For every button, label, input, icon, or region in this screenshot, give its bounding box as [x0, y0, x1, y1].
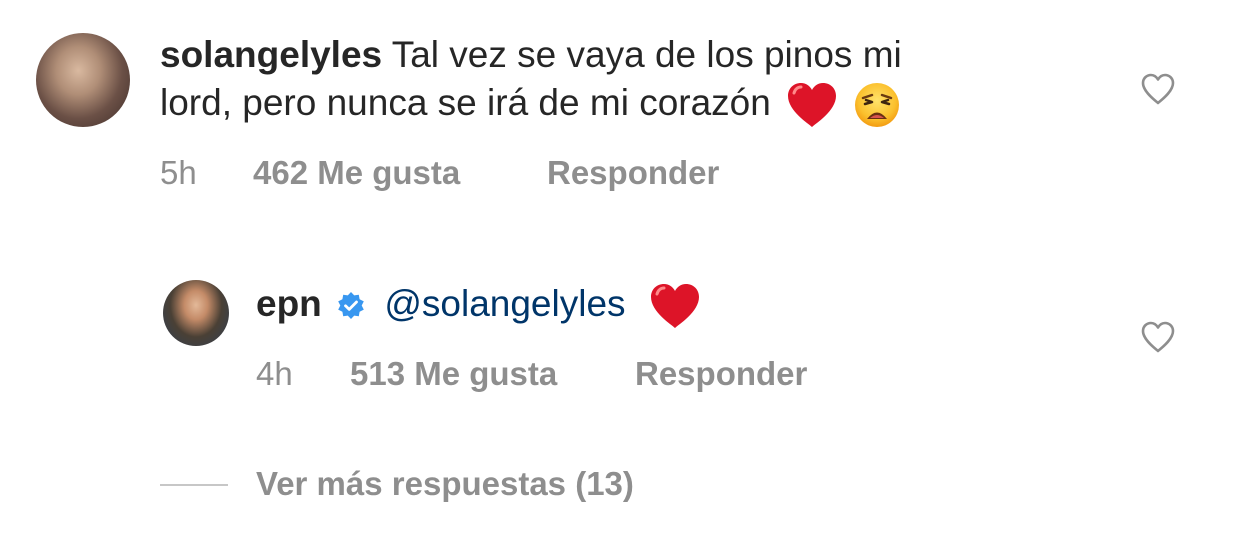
divider-line [160, 484, 228, 486]
reply-body: epn @solangelyles [256, 280, 702, 330]
likes-count[interactable]: 513 Me gusta [350, 354, 557, 394]
comment-text: Tal vez se vaya de los pinos mi [391, 34, 902, 75]
red-heart-emoji-icon [650, 284, 699, 329]
comment-text: lord, pero nunca se irá de mi corazón [160, 82, 771, 123]
comment-thread: solangelyles Tal vez se vaya de los pino… [0, 0, 1242, 547]
comment-body-continued: lord, pero nunca se irá de mi corazón [160, 79, 901, 129]
avatar[interactable] [36, 33, 130, 127]
username[interactable]: epn [256, 283, 322, 324]
timestamp: 4h [256, 355, 293, 392]
likes-count[interactable]: 462 Me gusta [253, 153, 460, 193]
like-heart-icon[interactable] [1140, 72, 1176, 106]
like-heart-icon[interactable] [1140, 320, 1176, 354]
reply-button[interactable]: Responder [547, 153, 719, 193]
view-more-replies-button[interactable]: Ver más respuestas (13) [256, 464, 634, 504]
mention-link[interactable]: @solangelyles [384, 283, 625, 324]
verified-badge-icon [338, 292, 364, 320]
avatar[interactable] [163, 280, 229, 346]
reply-button[interactable]: Responder [635, 354, 807, 394]
weary-face-emoji-icon [855, 83, 900, 128]
red-heart-emoji-icon [788, 83, 837, 128]
timestamp: 5h [160, 154, 197, 191]
comment-body: solangelyles Tal vez se vaya de los pino… [160, 31, 902, 79]
username[interactable]: solangelyles [160, 34, 382, 75]
